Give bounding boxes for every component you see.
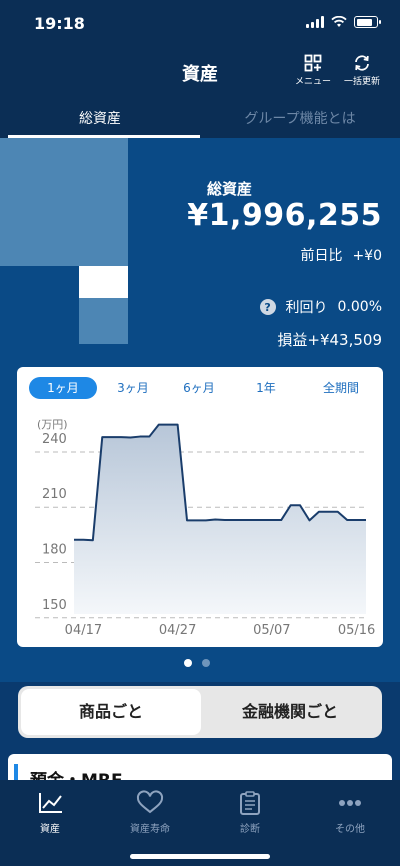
bottom-tab-bar: 資産 資産寿命 診断 その他 [0, 780, 400, 866]
page-dot[interactable] [202, 659, 210, 667]
period-1-month[interactable]: 1ヶ月 [29, 377, 97, 399]
profit-loss-value: +¥43,509 [307, 331, 382, 349]
profit-loss-label: 損益 [277, 331, 308, 349]
period-6-months[interactable]: 6ヶ月 [171, 377, 227, 399]
asset-chart-card: (万円) 240 210 180 150 04/17 04/27 05/07 05/16 1ヶ月… [17, 367, 383, 647]
cellular-signal-icon [306, 16, 324, 28]
decorative-block [0, 138, 128, 266]
chart-line-icon [39, 793, 62, 813]
day-change: 前日比 +¥0 [300, 245, 382, 265]
bottom-tab-asset-life[interactable]: 資産寿命 [100, 790, 200, 835]
status-icons [306, 16, 381, 28]
refresh-all-button[interactable]: 一括更新 [339, 52, 385, 87]
y-tick-label: 240 [42, 432, 67, 447]
y-tick-label: 150 [42, 598, 67, 613]
bottom-tab-label: 診断 [240, 824, 260, 835]
bottom-tab-label: 資産 [40, 824, 60, 835]
qr-menu-icon [304, 54, 322, 72]
status-time: 19:18 [34, 14, 85, 33]
wifi-icon [331, 16, 347, 27]
decorative-block [79, 298, 128, 344]
asset-summary-panel: 総資産 ¥1,996,255 前日比 +¥0 ? 利回り 0.00% 損益+¥43… [0, 138, 400, 360]
profit-loss: 損益+¥43,509 [277, 329, 382, 350]
bottom-tab-more[interactable]: その他 [300, 790, 400, 835]
clipboard-icon [240, 791, 260, 815]
refresh-label: 一括更新 [343, 77, 380, 87]
refresh-icon [355, 55, 369, 71]
heart-icon [136, 790, 164, 814]
x-tick-label: 05/16 [338, 623, 375, 638]
battery-icon [354, 16, 381, 28]
period-1-year[interactable]: 1年 [241, 377, 291, 399]
tab-bar: 総資産 グループ機能とは [0, 96, 400, 138]
menu-label: メニュー [294, 77, 331, 87]
total-assets-label: 総資産 [207, 180, 253, 198]
bottom-tab-label: その他 [335, 824, 365, 835]
decorative-block [79, 266, 128, 298]
page-indicator [184, 659, 210, 667]
status-bar: 19:18 [0, 0, 400, 48]
home-indicator [130, 854, 270, 859]
menu-button[interactable]: メニュー [290, 52, 336, 87]
segment-by-product[interactable]: 商品ごと [21, 689, 201, 735]
chart-section: (万円) 240 210 180 150 04/17 04/27 05/07 05/16 1ヶ月… [0, 360, 400, 682]
period-3-months[interactable]: 3ヶ月 [105, 377, 161, 399]
day-change-label: 前日比 [300, 248, 343, 264]
bottom-tab-diagnosis[interactable]: 診断 [200, 790, 300, 835]
y-tick-label: 210 [42, 487, 67, 502]
asset-chart[interactable]: (万円)240 210 180 150 04/17 04/27 05/07 05/16 [17, 367, 383, 647]
y-axis-unit-label: (万円) [37, 418, 68, 431]
x-tick-label: 04/17 [65, 623, 102, 638]
grouping-segmented-control: 商品ごと 金融機関ごと [18, 686, 382, 738]
total-assets-amount: ¥1,996,255 [187, 198, 382, 233]
day-change-value: +¥0 [352, 248, 382, 264]
segment-by-institution[interactable]: 金融機関ごと [200, 689, 380, 735]
page-dot-active[interactable] [184, 659, 192, 667]
bottom-tab-label: 資産寿命 [130, 824, 170, 835]
yield-row: ? 利回り 0.00% [259, 297, 382, 317]
yield-label: 利回り [285, 300, 328, 316]
period-selector: 1ヶ月 3ヶ月 6ヶ月 1年 全期間 [27, 377, 373, 399]
y-tick-label: 180 [42, 543, 67, 558]
x-tick-label: 05/07 [253, 623, 290, 638]
bottom-tab-assets[interactable]: 資産 [0, 790, 100, 835]
app-header: 資産 メニュー 一括更新 [0, 48, 400, 96]
tab-total-assets[interactable]: 総資産 [0, 108, 200, 128]
x-tick-label: 04/27 [159, 623, 196, 638]
more-icon [339, 800, 361, 806]
yield-value: 0.00% [337, 299, 382, 315]
period-all[interactable]: 全期間 [311, 377, 371, 399]
tab-group-feature[interactable]: グループ機能とは [200, 108, 400, 128]
help-icon[interactable]: ? [259, 299, 276, 315]
